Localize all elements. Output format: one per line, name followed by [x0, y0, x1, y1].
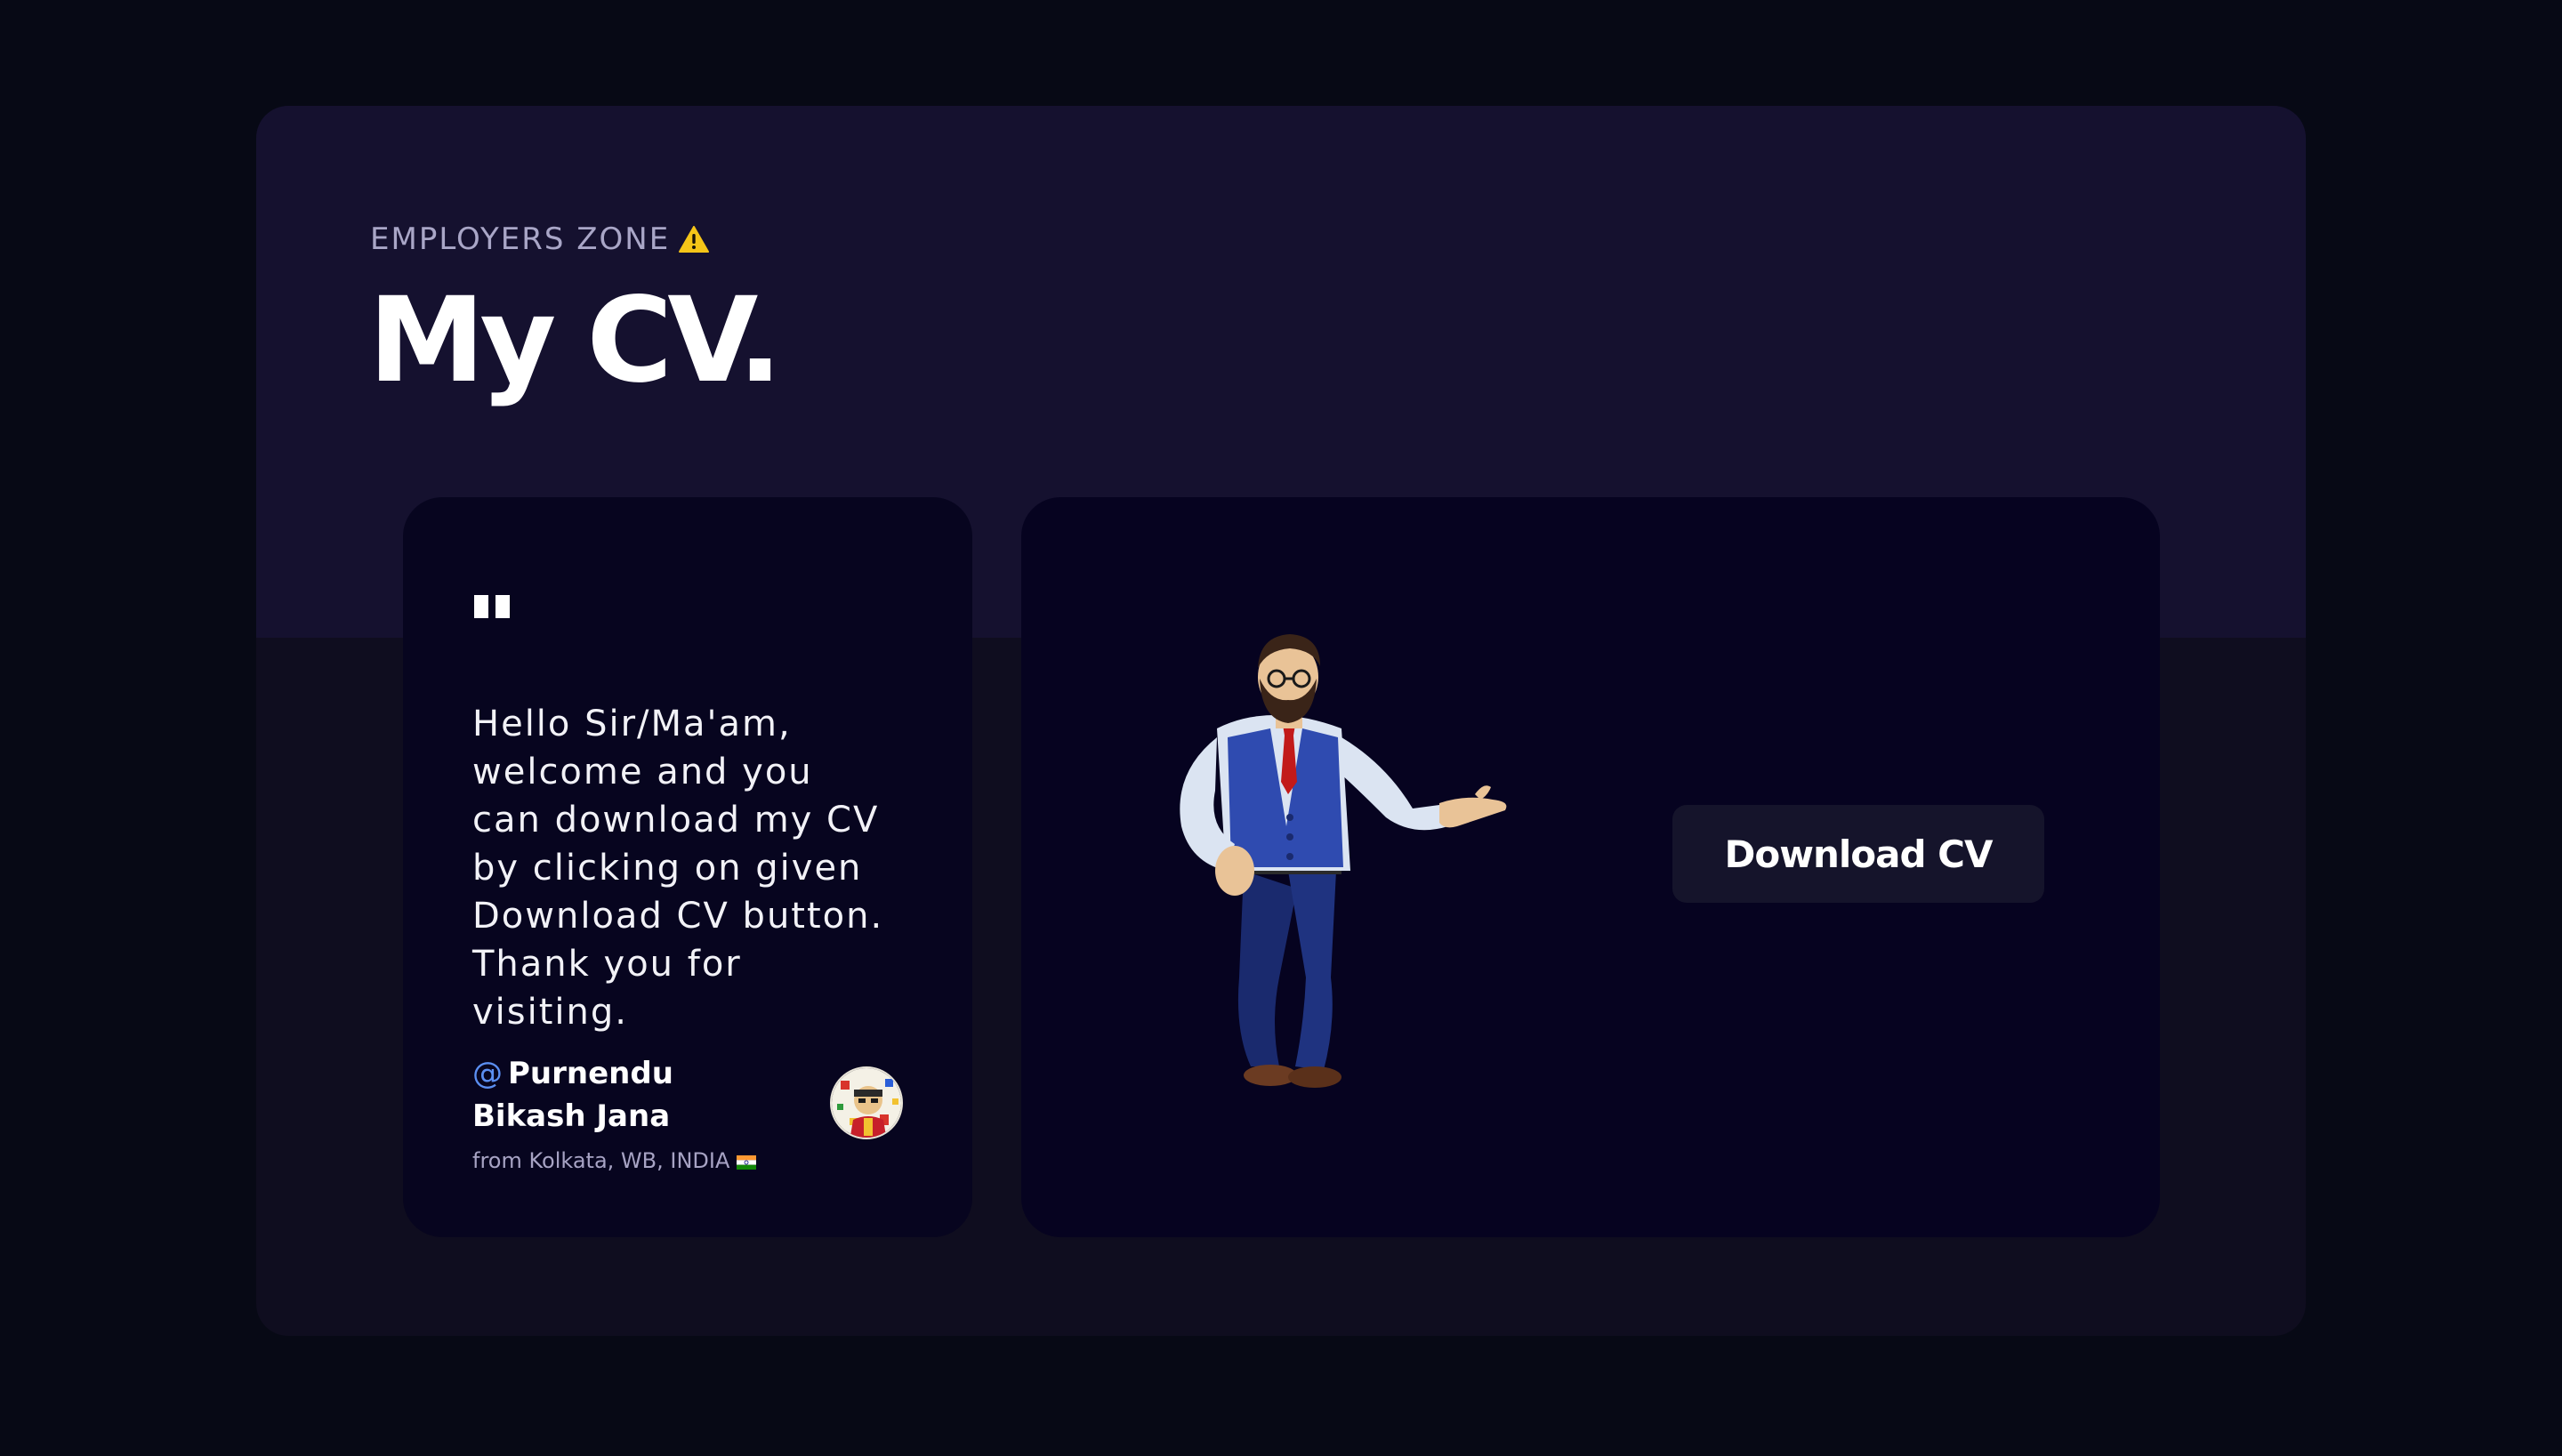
cv-section: EMPLOYERS ZONE My CV. Hello Sir/Ma'am, w…	[256, 106, 2306, 1336]
quote-card: Hello Sir/Ma'am, welcome and you can dow…	[403, 497, 972, 1237]
warning-icon	[679, 225, 710, 261]
page-title: My CV.	[368, 272, 783, 409]
author-at-symbol: @	[472, 1056, 503, 1091]
presenter-character-illustration	[1146, 604, 1573, 1106]
welcome-message: Hello Sir/Ma'am, welcome and you can dow…	[472, 704, 884, 1033]
quote-icon	[474, 595, 513, 625]
download-cv-card: Download CV	[1021, 497, 2160, 1237]
avatar	[830, 1066, 903, 1139]
subtitle-text: EMPLOYERS ZONE	[370, 221, 671, 257]
section-subtitle: EMPLOYERS ZONE	[370, 221, 710, 261]
india-flag-icon	[737, 1150, 757, 1175]
download-cv-button[interactable]: Download CV	[1672, 805, 2044, 903]
author-location: from Kolkata, WB, INDIA	[472, 1148, 757, 1175]
author-name-block: @ Purnendu Bikash Jana	[472, 1052, 793, 1138]
location-text: from Kolkata, WB, INDIA	[472, 1148, 730, 1173]
